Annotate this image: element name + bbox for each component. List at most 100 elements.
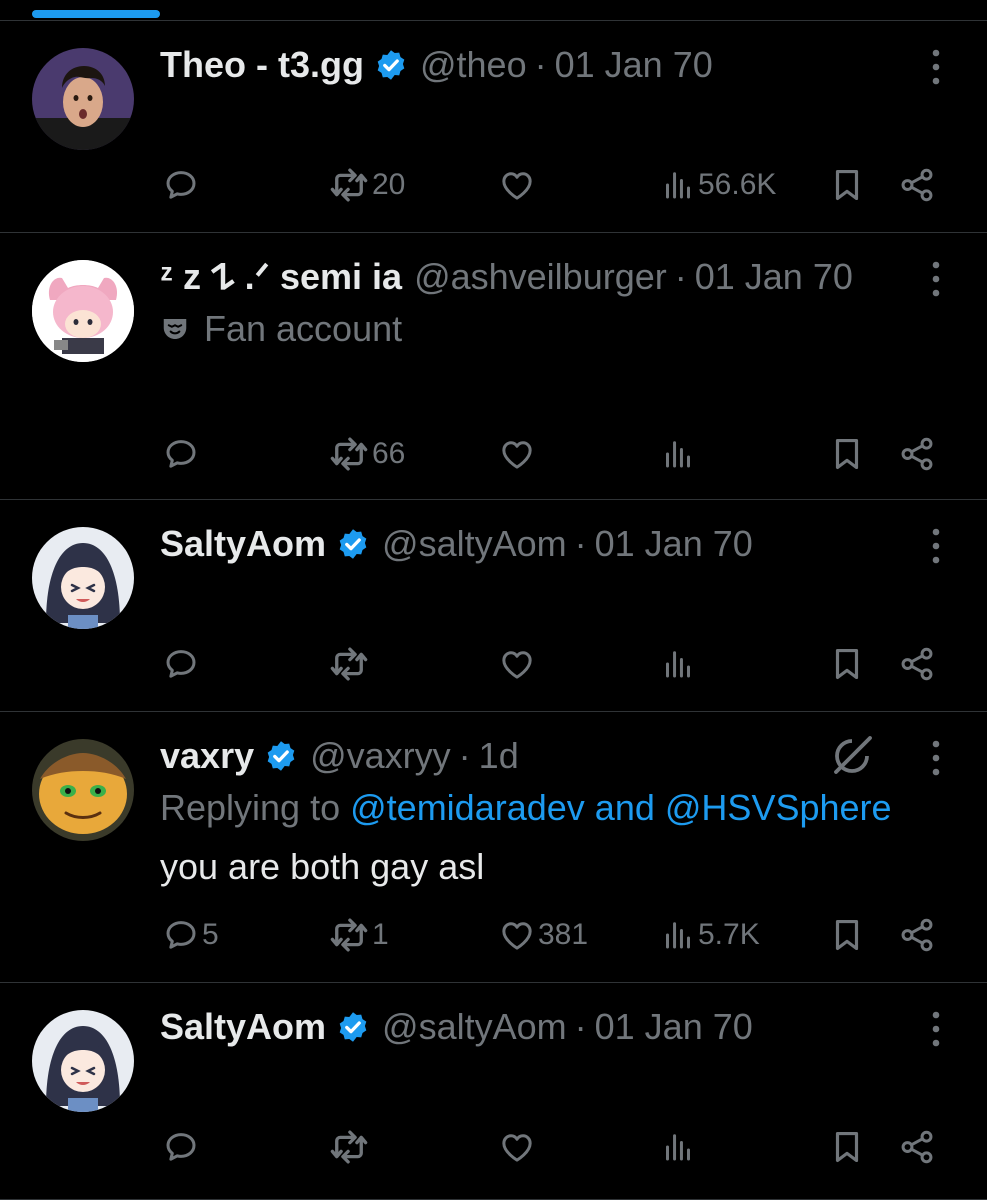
more-options-icon[interactable] xyxy=(920,257,952,301)
more-options-icon[interactable] xyxy=(920,45,952,89)
separator: · xyxy=(574,1006,587,1047)
tweet-actions xyxy=(0,1122,987,1172)
reply-icon xyxy=(162,916,200,954)
repost-count: 1 xyxy=(372,918,389,951)
user-handle[interactable]: @theo xyxy=(420,43,527,87)
reply-button[interactable] xyxy=(162,429,202,479)
views-icon xyxy=(660,917,696,953)
avatar[interactable] xyxy=(32,1010,134,1112)
tweet-date[interactable]: 01 Jan 70 xyxy=(555,43,713,87)
like-icon xyxy=(498,645,536,683)
share-button[interactable] xyxy=(898,910,936,960)
display-name[interactable]: SaltyAom xyxy=(160,522,326,566)
views-button[interactable]: 5.7K xyxy=(660,910,760,960)
repost-count: 66 xyxy=(372,437,406,470)
reply-button[interactable]: 5 xyxy=(162,910,219,960)
like-icon xyxy=(498,916,536,954)
tweet-card[interactable]: vaxry @vaxryy · 1d Replying to @temidara… xyxy=(0,712,987,983)
views-icon xyxy=(660,646,696,682)
like-button[interactable] xyxy=(498,160,538,210)
tweet-card[interactable]: SaltyAom @saltyAom · 01 Jan 70 xyxy=(0,983,987,1200)
reply-button[interactable] xyxy=(162,160,202,210)
views-button[interactable] xyxy=(660,1122,698,1172)
views-button[interactable]: 56.6K xyxy=(660,160,776,210)
display-name[interactable]: Theo - t3.gg xyxy=(160,43,364,87)
avatar[interactable] xyxy=(32,48,134,150)
avatar[interactable] xyxy=(32,739,134,841)
active-tab-indicator xyxy=(32,10,160,18)
mention-link[interactable]: @HSVSphere xyxy=(665,787,892,828)
share-button[interactable] xyxy=(898,429,936,479)
mention-link[interactable]: @temidaradev xyxy=(350,787,585,828)
repost-button[interactable]: 1 xyxy=(328,910,389,960)
like-count: 381 xyxy=(538,918,589,951)
repost-button[interactable]: 20 xyxy=(328,160,405,210)
more-options-icon[interactable] xyxy=(920,736,952,780)
reply-button[interactable] xyxy=(162,639,202,689)
user-handle[interactable]: @vaxryy xyxy=(310,734,451,778)
bookmark-icon xyxy=(828,166,866,204)
like-button[interactable] xyxy=(498,429,538,479)
user-handle[interactable]: @saltyAom xyxy=(382,522,567,566)
views-icon xyxy=(660,167,696,203)
verified-badge-icon xyxy=(374,48,408,82)
bookmark-icon xyxy=(828,1128,866,1166)
like-button[interactable]: 381 xyxy=(498,910,588,960)
separator: · xyxy=(534,44,547,85)
tweet-card[interactable]: SaltyAom @saltyAom · 01 Jan 70 xyxy=(0,500,987,712)
tweet-header: vaxry @vaxryy · 1d xyxy=(160,734,897,778)
repost-button[interactable] xyxy=(328,639,372,689)
avatar[interactable] xyxy=(32,260,134,362)
like-icon xyxy=(498,435,536,473)
bookmark-button[interactable] xyxy=(828,910,866,960)
share-icon xyxy=(898,166,936,204)
share-button[interactable] xyxy=(898,1122,936,1172)
reply-button[interactable] xyxy=(162,1122,202,1172)
more-options-icon[interactable] xyxy=(920,524,952,568)
share-button[interactable] xyxy=(898,160,936,210)
tweet-date[interactable]: 01 Jan 70 xyxy=(595,1005,753,1049)
user-handle[interactable]: @ashveilburger xyxy=(414,255,667,299)
repost-button[interactable]: 66 xyxy=(328,429,405,479)
bookmark-button[interactable] xyxy=(828,160,866,210)
tweet-card[interactable]: Theo - t3.gg @theo · 01 Jan 70 20 56.6K xyxy=(0,21,987,233)
user-handle[interactable]: @saltyAom xyxy=(382,1005,567,1049)
bookmark-button[interactable] xyxy=(828,639,866,689)
share-button[interactable] xyxy=(898,639,936,689)
replying-to: Replying to @temidaradev and @HSVSphere xyxy=(160,786,892,830)
verified-badge-icon xyxy=(336,527,370,561)
views-icon xyxy=(660,1129,696,1165)
bookmark-button[interactable] xyxy=(828,429,866,479)
tweet-text: you are both gay asl xyxy=(160,846,485,887)
tweet-actions: 66 xyxy=(0,429,987,479)
display-name[interactable]: vaxry xyxy=(160,734,254,778)
tweet-date[interactable]: 01 Jan 70 xyxy=(595,522,753,566)
reply-count: 5 xyxy=(202,918,219,951)
avatar[interactable] xyxy=(32,527,134,629)
tweet-actions: 5 1 381 5.7K xyxy=(0,910,987,960)
separator: · xyxy=(574,523,587,564)
bookmark-button[interactable] xyxy=(828,1122,866,1172)
bookmark-icon xyxy=(828,435,866,473)
display-name[interactable]: ᶻ z 𐰁 .ᐟ semi ia xyxy=(160,255,402,299)
display-name[interactable]: SaltyAom xyxy=(160,1005,326,1049)
grok-icon[interactable] xyxy=(828,732,876,780)
verified-badge-icon xyxy=(336,1010,370,1044)
tweet-card[interactable]: ᶻ z 𐰁 .ᐟ semi ia @ashveilburger · 01 Jan… xyxy=(0,233,987,500)
repost-button[interactable] xyxy=(328,1122,372,1172)
separator: · xyxy=(458,735,471,776)
account-label: Fan account xyxy=(160,307,402,351)
verified-badge-icon xyxy=(264,739,298,773)
repost-icon xyxy=(328,643,370,685)
more-options-icon[interactable] xyxy=(920,1007,952,1051)
like-button[interactable] xyxy=(498,1122,538,1172)
tweet-date[interactable]: 01 Jan 70 xyxy=(695,255,853,299)
repost-icon xyxy=(328,433,370,475)
reply-icon xyxy=(162,645,200,683)
tweet-header: SaltyAom @saltyAom · 01 Jan 70 xyxy=(160,1005,897,1049)
tweet-date[interactable]: 1d xyxy=(479,734,519,778)
like-button[interactable] xyxy=(498,639,538,689)
views-button[interactable] xyxy=(660,429,698,479)
replying-to-label: Replying to xyxy=(160,787,341,828)
views-button[interactable] xyxy=(660,639,698,689)
